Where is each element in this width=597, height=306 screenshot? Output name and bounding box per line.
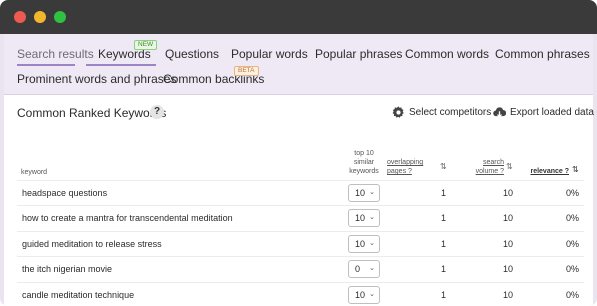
search-volume-cell: 10 (502, 188, 513, 198)
header-overlap-line2: pages ? (387, 168, 412, 175)
search-volume-cell: 10 (502, 264, 513, 274)
relevance-cell: 0% (565, 239, 579, 249)
tab-questions[interactable]: Questions (165, 47, 219, 61)
tab-search-results[interactable]: Search results (17, 47, 94, 61)
top10-select[interactable]: 10 ⌄ (348, 184, 380, 202)
select-competitors-label: Select competitors (409, 107, 492, 118)
relevance-cell: 0% (565, 188, 579, 198)
header-volume-line2: volume ? (475, 168, 504, 175)
overlapping-pages-cell: 1 (440, 290, 446, 300)
overlapping-pages-cell: 1 (440, 213, 446, 223)
header-top10-line2: similar (353, 159, 375, 166)
gear-icon (392, 106, 404, 118)
help-icon[interactable]: ? (150, 105, 164, 119)
top10-value: 10 (355, 290, 366, 300)
keyword-cell: the itch nigerian movie (22, 264, 113, 274)
top10-value: 10 (355, 213, 366, 223)
tab-bar: Search results Keywords NEW Questions Po… (4, 34, 593, 94)
header-volume-line1: search (482, 159, 504, 166)
export-label: Export loaded data (510, 107, 594, 118)
keyword-cell: guided meditation to release stress (22, 239, 162, 249)
tab-common-phrases[interactable]: Common phrases (495, 47, 590, 61)
sort-icon[interactable]: ⇅ (440, 162, 447, 171)
chevron-down-icon: ⌄ (369, 189, 375, 196)
title-bar (0, 0, 597, 34)
table-row: guided meditation to release stress 10 ⌄ … (17, 231, 584, 256)
header-relevance[interactable]: relevance ? (519, 167, 569, 176)
search-volume-cell: 10 (502, 239, 513, 249)
panel-title: Common Ranked Keywords (17, 106, 167, 120)
tab-common-words[interactable]: Common words (405, 47, 489, 61)
header-top10-line1: top 10 (354, 150, 374, 157)
top10-select[interactable]: 10 ⌄ (348, 286, 380, 304)
cloud-download-icon (493, 107, 506, 118)
relevance-cell: 0% (565, 290, 579, 300)
tab-search-results-underline (17, 64, 75, 66)
header-keyword: keyword (21, 169, 48, 176)
keyword-cell: candle meditation technique (22, 290, 135, 300)
table-row: headspace questions 10 ⌄ 1 10 0% (17, 180, 584, 205)
overlapping-pages-cell: 1 (440, 239, 446, 249)
table-row: candle meditation technique 10 ⌄ 1 10 0% (17, 282, 584, 306)
relevance-cell: 0% (565, 264, 579, 274)
app-window: Search results Keywords NEW Questions Po… (0, 0, 597, 306)
keyword-cell: how to create a mantra for transcendenta… (22, 213, 233, 223)
tab-keywords-underline (86, 64, 156, 66)
top10-value: 10 (355, 239, 366, 249)
minimize-window-button[interactable] (34, 11, 46, 23)
top10-select[interactable]: 10 ⌄ (348, 209, 380, 227)
top10-value: 10 (355, 188, 366, 198)
header-top10-similar: top 10 similar keywords (344, 149, 384, 176)
chevron-down-icon: ⌄ (369, 265, 375, 272)
top10-select[interactable]: 10 ⌄ (348, 235, 380, 253)
header-search-volume[interactable]: search volume ? (464, 158, 504, 176)
sort-icon[interactable]: ⇅ (506, 162, 513, 171)
header-overlap-line1: overlapping (387, 159, 424, 166)
search-volume-cell: 10 (502, 213, 513, 223)
chevron-down-icon: ⌄ (369, 291, 375, 298)
overlapping-pages-cell: 1 (440, 264, 446, 274)
tab-popular-phrases[interactable]: Popular phrases (315, 47, 402, 61)
top10-select[interactable]: 0 ⌄ (348, 260, 380, 278)
table-row: how to create a mantra for transcendenta… (17, 205, 584, 230)
tab-prominent-words-and-phrases[interactable]: Prominent words and phrases (17, 72, 176, 86)
chevron-down-icon: ⌄ (369, 240, 375, 247)
maximize-window-button[interactable] (54, 11, 66, 23)
chevron-down-icon: ⌄ (369, 214, 375, 221)
overlapping-pages-cell: 1 (440, 188, 446, 198)
table-row: the itch nigerian movie 0 ⌄ 1 10 0% (17, 256, 584, 281)
header-overlapping-pages[interactable]: overlapping pages ? (387, 158, 437, 176)
beta-badge: BETA (234, 66, 259, 76)
select-competitors-button[interactable]: Select competitors (392, 106, 491, 119)
header-top10-line3: keywords (349, 168, 379, 175)
export-button[interactable]: Export loaded data (493, 106, 594, 119)
keywords-panel: Common Ranked Keywords ? Select competit… (4, 94, 594, 306)
sort-icon[interactable]: ⇅ (572, 165, 579, 174)
new-badge: NEW (134, 40, 158, 50)
search-volume-cell: 10 (502, 290, 513, 300)
keyword-cell: headspace questions (22, 188, 108, 198)
tab-popular-words[interactable]: Popular words (231, 47, 308, 61)
close-window-button[interactable] (14, 11, 26, 23)
top10-value: 0 (355, 264, 361, 274)
relevance-cell: 0% (565, 213, 579, 223)
